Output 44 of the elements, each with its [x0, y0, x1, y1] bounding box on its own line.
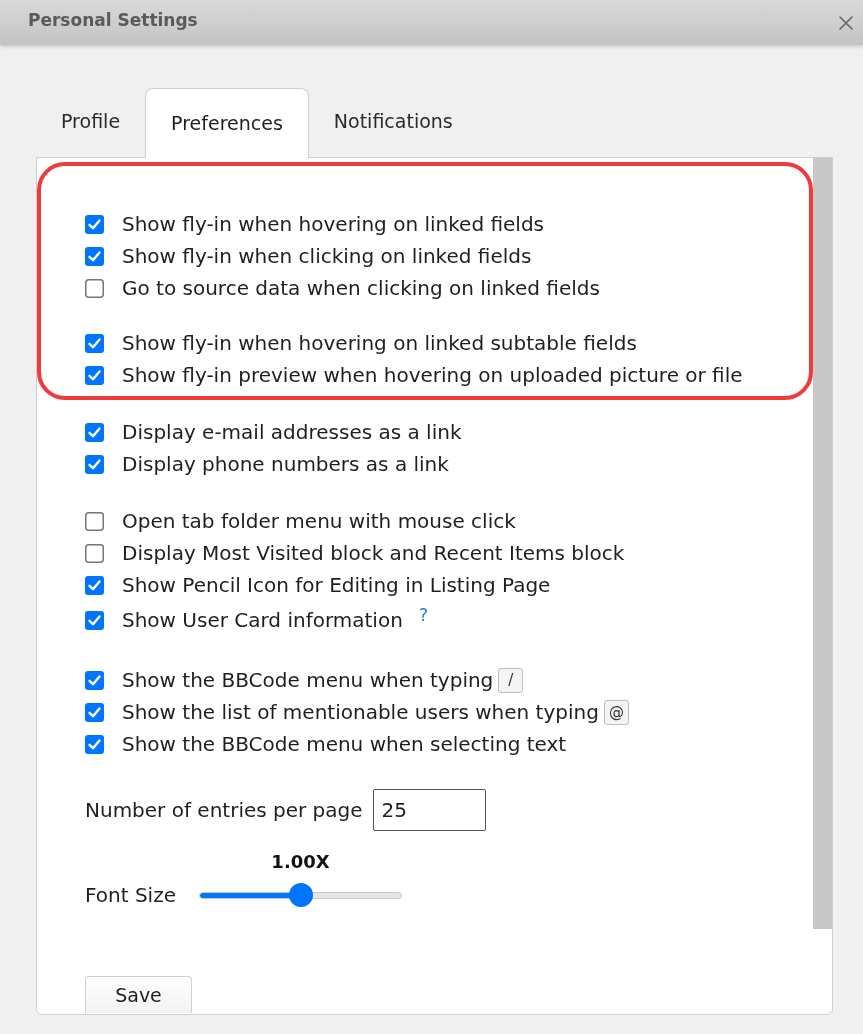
checkbox-label: Display e-mail addresses as a link	[122, 419, 462, 446]
tab[interactable]: Notifications	[308, 87, 478, 157]
checkbox[interactable]	[85, 575, 104, 595]
checkbox-label: Open tab folder menu with mouse click	[122, 508, 516, 535]
close-icon	[838, 14, 854, 31]
window-title: Personal Settings	[28, 9, 198, 33]
checkbox[interactable]	[85, 670, 104, 690]
field-label: Font Size	[85, 882, 177, 909]
checkbox-label: Show fly-in when clicking on linked fields	[122, 243, 532, 270]
checkbox[interactable]	[85, 454, 104, 474]
checkbox-label: Show the list of mentionable users when typing	[122, 699, 599, 726]
checkbox-label: Show fly-in when hovering on linked fields	[122, 211, 544, 238]
slider-thumb[interactable]	[288, 883, 313, 907]
checkbox-label: Show fly-in when hovering on linked subtable fields	[122, 330, 637, 357]
checkbox[interactable]	[85, 702, 104, 722]
field-label: Number of entries per page	[85, 797, 363, 824]
checkbox-label: Show the BBCode menu when typing	[122, 667, 494, 694]
checkbox[interactable]	[85, 214, 104, 234]
tab[interactable]: Preferences	[145, 88, 309, 158]
slider-value: 1.00X	[271, 850, 330, 874]
entries-input[interactable]: 25	[372, 789, 486, 831]
checkbox-label: Go to source data when clicking on linked fields	[122, 275, 600, 302]
checkbox[interactable]	[85, 246, 104, 266]
checkbox-label: Show the BBCode menu when selecting text	[122, 731, 567, 758]
checkbox-label: Show Pencil Icon for Editing in Listing Page	[122, 572, 551, 599]
checkbox[interactable]	[85, 333, 104, 353]
checkbox-label: Display Most Visited block and Recent Items block	[122, 540, 625, 567]
key-hint: @	[603, 699, 629, 725]
checkbox[interactable]	[85, 543, 104, 563]
checkbox[interactable]	[85, 365, 104, 385]
tab[interactable]: Profile	[36, 87, 146, 157]
checkbox-label: Show fly-in preview when hovering on uploaded picture or file	[122, 362, 743, 389]
help-link[interactable]: ?	[418, 600, 429, 628]
checkbox[interactable]	[85, 511, 104, 531]
checkbox-label: Display phone numbers as a link	[122, 451, 449, 478]
checkbox-label: Show User Card information	[122, 607, 403, 634]
checkbox[interactable]	[85, 734, 104, 754]
scrollbar[interactable]	[813, 158, 832, 929]
close-button[interactable]	[838, 14, 854, 31]
checkbox[interactable]	[85, 610, 104, 630]
checkbox[interactable]	[85, 422, 104, 442]
checkbox[interactable]	[85, 278, 104, 298]
save-button[interactable]: Save	[85, 976, 192, 1013]
key-hint: /	[498, 667, 524, 693]
